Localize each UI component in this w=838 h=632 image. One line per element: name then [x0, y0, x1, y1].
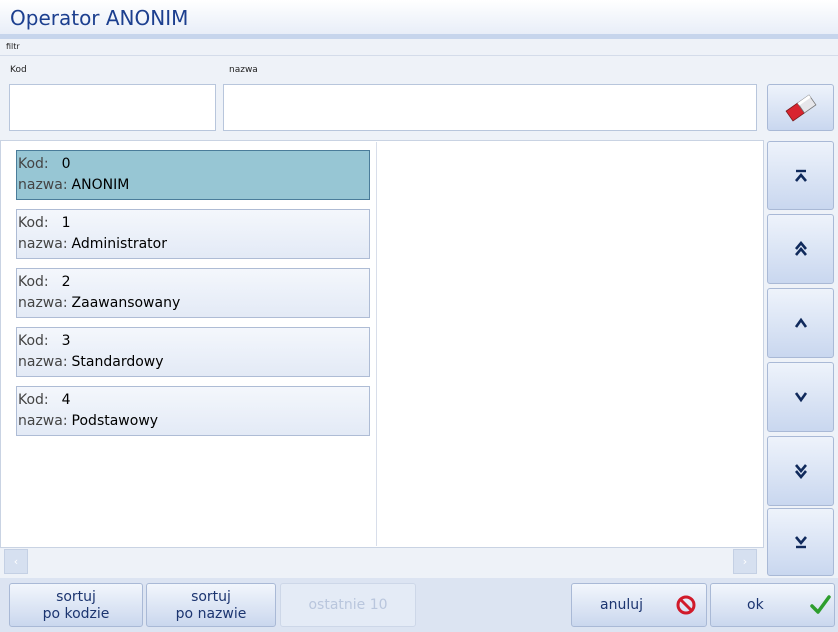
- nazwa-value: Standardowy: [71, 354, 164, 370]
- ok-label: ok: [747, 597, 764, 613]
- sort-by-code-label-1: sortuj: [56, 589, 96, 605]
- nazwa-label: nazwa:: [18, 295, 68, 311]
- nazwa-label: nazwa:: [18, 354, 68, 370]
- kod-filter-input[interactable]: [9, 84, 216, 131]
- sort-by-name-label-2: po nazwie: [175, 606, 247, 622]
- nazwa-value: Podstawowy: [71, 413, 159, 429]
- nazwa-value: ANONIM: [71, 177, 130, 193]
- double-chevron-down-icon: [794, 464, 807, 479]
- list-item[interactable]: Kod: 4 nazwa: Podstawowy: [16, 386, 370, 436]
- clear-filter-button[interactable]: [767, 84, 834, 131]
- sort-by-code-label-2: po kodzie: [42, 606, 110, 622]
- kod-value: 4: [61, 392, 71, 408]
- chevron-up-icon: [794, 317, 807, 328]
- chevron-down-bar-icon: [794, 536, 807, 549]
- kod-value: 1: [61, 215, 71, 231]
- chevron-down-icon: [794, 392, 807, 403]
- nazwa-label: nazwa:: [18, 413, 68, 429]
- nazwa-filter-input[interactable]: [223, 84, 757, 131]
- checkmark-icon: [810, 595, 831, 614]
- nav-last-button[interactable]: [767, 508, 834, 576]
- kod-field-label: Kod: [10, 65, 27, 75]
- nazwa-value: Zaawansowany: [71, 295, 181, 311]
- nazwa-field-label: nazwa: [229, 65, 258, 75]
- chevron-left-icon: ‹: [13, 555, 19, 568]
- list-item[interactable]: Kod: 2 nazwa: Zaawansowany: [16, 268, 370, 318]
- nav-first-button[interactable]: [767, 141, 834, 210]
- nav-down-button[interactable]: [767, 362, 834, 432]
- eraser-icon: [785, 93, 816, 122]
- title-divider: [0, 34, 838, 39]
- filter-label: filtr: [6, 42, 20, 51]
- sort-by-code-button[interactable]: sortuj po kodzie: [9, 583, 143, 627]
- kod-value: 3: [61, 333, 71, 349]
- scroll-right-button[interactable]: ›: [733, 549, 757, 574]
- cancel-button[interactable]: anuluj: [571, 583, 707, 627]
- horizontal-scrollbar[interactable]: ‹ ›: [0, 548, 764, 576]
- chevron-up-bar-icon: [794, 169, 807, 182]
- window-title: Operator ANONIM: [10, 6, 189, 30]
- scroll-left-button[interactable]: ‹: [4, 549, 28, 574]
- kod-label: Kod:: [18, 333, 49, 349]
- kod-label: Kod:: [18, 156, 49, 172]
- nazwa-label: nazwa:: [18, 177, 68, 193]
- kod-label: Kod:: [18, 274, 49, 290]
- last-10-label: ostatnie 10: [308, 597, 388, 613]
- nav-page-down-button[interactable]: [767, 436, 834, 506]
- ok-button[interactable]: ok: [710, 583, 835, 627]
- kod-value: 0: [61, 156, 71, 172]
- nav-page-up-button[interactable]: [767, 214, 834, 284]
- last-10-button[interactable]: ostatnie 10: [280, 583, 416, 627]
- list-item[interactable]: Kod: 1 nazwa: Administrator: [16, 209, 370, 259]
- column-separator: [376, 142, 377, 546]
- list-item[interactable]: Kod: 0 nazwa: ANONIM: [16, 150, 370, 200]
- list-item[interactable]: Kod: 3 nazwa: Standardowy: [16, 327, 370, 377]
- nazwa-value: Administrator: [71, 236, 167, 252]
- nav-up-button[interactable]: [767, 288, 834, 358]
- kod-label: Kod:: [18, 392, 49, 408]
- sort-by-name-label-1: sortuj: [191, 589, 231, 605]
- nazwa-label: nazwa:: [18, 236, 68, 252]
- chevron-right-icon: ›: [742, 555, 748, 568]
- double-chevron-up-icon: [794, 241, 807, 256]
- filter-divider: [0, 55, 838, 56]
- cancel-label: anuluj: [600, 597, 643, 613]
- kod-label: Kod:: [18, 215, 49, 231]
- no-entry-icon: [676, 595, 696, 615]
- sort-by-name-button[interactable]: sortuj po nazwie: [146, 583, 276, 627]
- kod-value: 2: [61, 274, 71, 290]
- title-bar: Operator ANONIM: [0, 0, 838, 34]
